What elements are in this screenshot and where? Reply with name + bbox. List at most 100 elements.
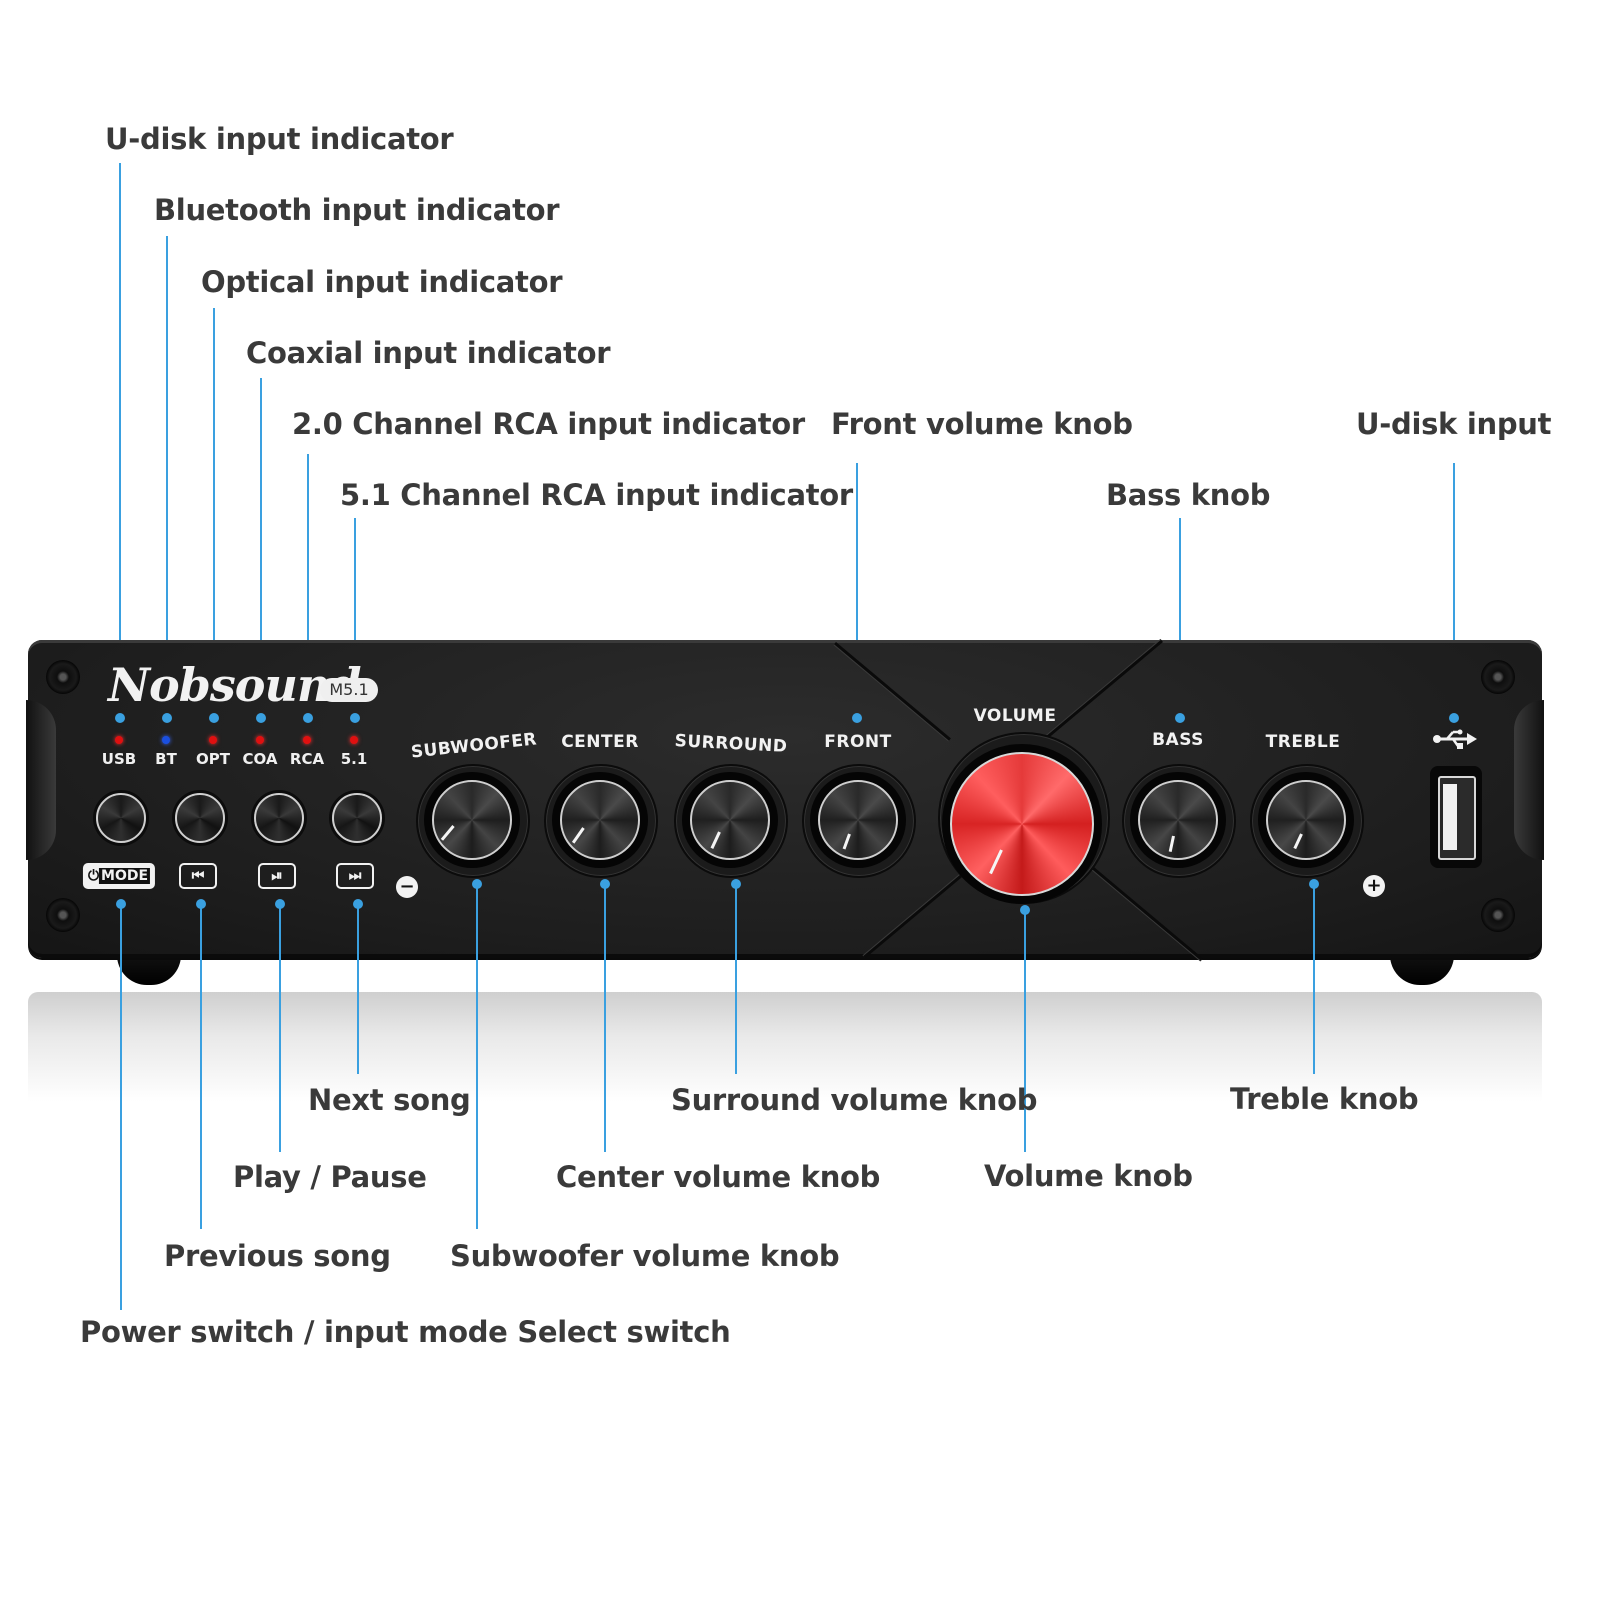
callout-dot xyxy=(731,879,741,889)
front-knob[interactable] xyxy=(818,780,898,860)
callout-treble-knob: Treble knob xyxy=(1230,1082,1419,1116)
callout-dot xyxy=(209,713,219,723)
callout-subwoofer-knob: Subwoofer volume knob xyxy=(450,1239,840,1273)
callout-volume-knob: Volume knob xyxy=(984,1159,1193,1193)
callout-line xyxy=(476,884,478,1229)
indicator-label-rca: RCA xyxy=(289,750,325,768)
mode-push-button[interactable] xyxy=(96,793,146,843)
callout-bluetooth-indicator: Bluetooth input indicator xyxy=(154,193,560,227)
previous-icon: ⏮ xyxy=(179,863,217,889)
center-knob[interactable] xyxy=(560,780,640,860)
callout-dot xyxy=(303,713,313,723)
knob-pointer xyxy=(1168,835,1175,852)
minus-icon: − xyxy=(396,876,418,898)
knob-label-surround: SURROUND xyxy=(674,731,788,757)
led-51 xyxy=(350,736,358,744)
callout-dot xyxy=(275,899,285,909)
led-opt xyxy=(209,736,217,744)
callout-center-knob: Center volume knob xyxy=(556,1160,881,1194)
callout-line xyxy=(604,884,606,1152)
power-mode-icon: ⏻ MODE xyxy=(82,863,156,889)
mode-label: MODE xyxy=(99,868,151,884)
model-badge: M5.1 xyxy=(320,678,378,702)
side-notch-left xyxy=(26,700,56,860)
indicator-label-coa: COA xyxy=(242,750,278,768)
knob-label-center: CENTER xyxy=(561,732,639,752)
indicator-label-51: 5.1 xyxy=(340,750,368,768)
indicator-label-usb: USB xyxy=(101,750,137,768)
next-push-button[interactable] xyxy=(332,793,382,843)
knob-label-bass: BASS xyxy=(1152,730,1204,750)
callout-line xyxy=(735,884,737,1074)
callout-dot xyxy=(1449,713,1459,723)
callout-usb-indicator: U-disk input indicator xyxy=(105,122,454,156)
callout-optical-indicator: Optical input indicator xyxy=(201,265,563,299)
knob-pointer xyxy=(989,849,1003,875)
previous-push-button[interactable] xyxy=(175,793,225,843)
callout-dot xyxy=(353,899,363,909)
led-usb xyxy=(115,736,123,744)
callout-line xyxy=(1313,884,1315,1074)
screw-icon xyxy=(46,898,80,932)
callout-previous-song: Previous song xyxy=(164,1239,391,1273)
usb-port-inner xyxy=(1438,776,1476,860)
callout-dot xyxy=(600,879,610,889)
side-notch-right xyxy=(1514,700,1544,860)
callout-surround-knob: Surround volume knob xyxy=(671,1083,1038,1117)
callout-next-song: Next song xyxy=(308,1083,471,1117)
play-pause-push-button[interactable] xyxy=(254,793,304,843)
callout-line xyxy=(200,904,202,1229)
device-foot-right xyxy=(1390,955,1454,985)
callout-rca20-indicator: 2.0 Channel RCA input indicator xyxy=(292,407,805,441)
knob-label-treble: TREBLE xyxy=(1265,732,1341,752)
knob-label-volume: VOLUME xyxy=(973,706,1057,726)
knob-pointer xyxy=(710,831,721,849)
callout-dot xyxy=(256,713,266,723)
callout-dot xyxy=(472,879,482,889)
callout-power-mode: Power switch / input mode Select switch xyxy=(80,1315,731,1349)
volume-knob[interactable] xyxy=(950,752,1094,896)
callout-line xyxy=(357,904,359,1074)
surround-knob[interactable] xyxy=(690,780,770,860)
screw-icon xyxy=(1481,898,1515,932)
usb-port-tongue xyxy=(1443,784,1457,850)
callout-dot xyxy=(115,713,125,723)
indicator-label-bt: BT xyxy=(155,750,177,768)
screw-icon xyxy=(1481,660,1515,694)
usb-symbol-glyph xyxy=(1433,729,1477,749)
knob-label-subwoofer: SUBWOOFER xyxy=(410,729,538,763)
bass-knob[interactable] xyxy=(1138,780,1218,860)
callout-dot xyxy=(1175,713,1185,723)
subwoofer-knob[interactable] xyxy=(432,780,512,860)
led-bt xyxy=(162,736,170,744)
knob-pointer xyxy=(1293,833,1303,850)
callout-play-pause: Play / Pause xyxy=(233,1160,427,1194)
panel-groove xyxy=(834,642,951,741)
callout-usb-input: U-disk input xyxy=(1356,407,1552,441)
led-coa xyxy=(256,736,264,744)
usb-icon xyxy=(1430,728,1480,756)
callout-dot xyxy=(196,899,206,909)
power-icon: ⏻ xyxy=(87,868,100,884)
callout-dot xyxy=(350,713,360,723)
indicator-label-opt: OPT xyxy=(196,750,230,768)
treble-knob[interactable] xyxy=(1266,780,1346,860)
callout-dot xyxy=(162,713,172,723)
callout-front-knob: Front volume knob xyxy=(831,407,1133,441)
callout-rca51-indicator: 5.1 Channel RCA input indicator xyxy=(340,478,853,512)
knob-label-front: FRONT xyxy=(824,732,892,752)
knob-pointer xyxy=(842,833,851,850)
callout-line xyxy=(120,904,122,1310)
panel-groove xyxy=(1046,639,1163,739)
usb-port[interactable] xyxy=(1430,766,1482,868)
callout-line xyxy=(119,163,121,718)
knob-pointer xyxy=(571,827,585,844)
next-icon: ⏭ xyxy=(336,863,374,889)
knob-pointer xyxy=(440,825,455,841)
play-pause-icon: ⏯ xyxy=(258,863,296,889)
screw-icon xyxy=(46,660,80,694)
led-rca xyxy=(303,736,311,744)
callout-dot xyxy=(852,713,862,723)
plus-icon: + xyxy=(1363,875,1385,897)
device-foot-left xyxy=(117,955,181,985)
